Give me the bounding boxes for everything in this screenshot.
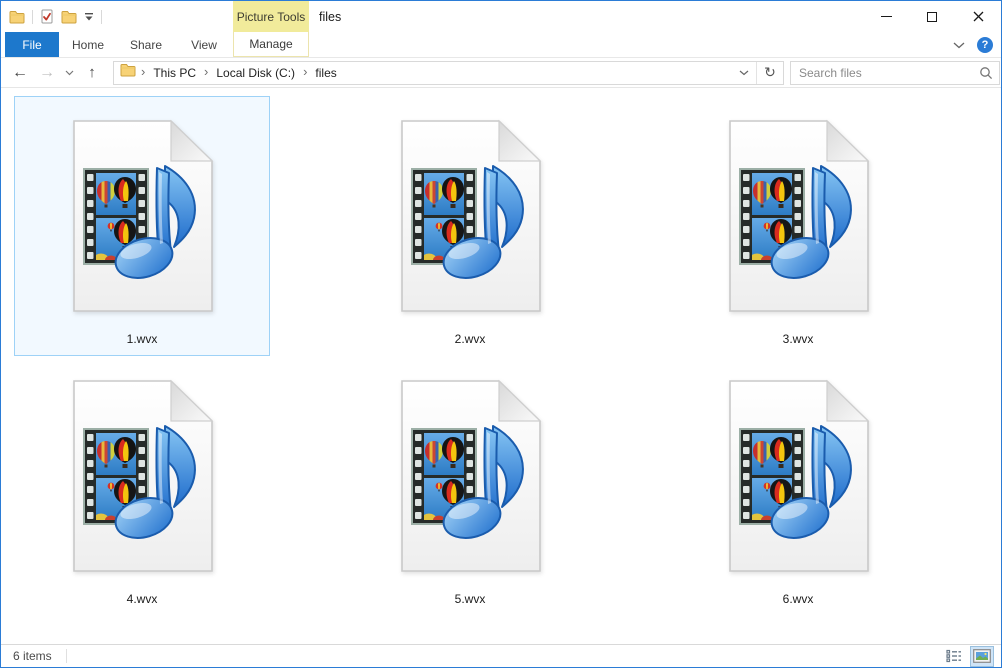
up-button[interactable]: ↑	[79, 64, 105, 81]
address-dropdown-icon[interactable]	[732, 62, 756, 84]
minimize-button[interactable]	[863, 1, 909, 32]
file-name: 1.wvx	[126, 332, 158, 346]
file-item[interactable]: 2.wvx	[342, 96, 598, 356]
folder-icon	[120, 62, 136, 83]
ribbon-tab-row: File Home Share View Manage ?	[1, 32, 1001, 58]
recent-locations-icon[interactable]	[59, 70, 79, 76]
properties-icon[interactable]	[40, 9, 54, 25]
tab-manage[interactable]: Manage	[233, 32, 309, 57]
file-item[interactable]: 4.wvx	[14, 356, 270, 616]
file-list-area: 1.wvx 2.wvx 3.wvx 4.wvx 5.wvx 6.wvx	[1, 88, 1001, 644]
file-name: 6.wvx	[782, 592, 814, 606]
qat-divider	[101, 9, 102, 24]
maximize-icon	[927, 11, 937, 22]
title-bar: Picture Tools files	[1, 1, 1001, 32]
details-view-icon[interactable]	[943, 647, 965, 666]
close-icon	[973, 11, 983, 22]
tab-share[interactable]: Share	[117, 32, 175, 57]
wvx-file-icon	[715, 112, 881, 320]
maximize-button[interactable]	[909, 1, 955, 32]
window-controls	[863, 1, 1001, 32]
tab-home[interactable]: Home	[59, 32, 117, 57]
file-item[interactable]: 3.wvx	[670, 96, 926, 356]
qat-customize-dropdown-icon[interactable]	[84, 12, 94, 21]
file-name: 4.wvx	[126, 592, 158, 606]
breadcrumb-this-pc[interactable]: This PC	[146, 62, 203, 84]
minimize-ribbon-icon[interactable]	[953, 36, 965, 54]
tab-view[interactable]: View	[175, 32, 233, 57]
wvx-file-icon	[387, 372, 553, 580]
large-icons-view-icon[interactable]	[970, 645, 994, 667]
minimize-icon	[880, 16, 892, 17]
file-name: 2.wvx	[454, 332, 486, 346]
back-button[interactable]: ←	[5, 64, 35, 82]
wvx-file-icon	[715, 372, 881, 580]
breadcrumb-local-disk-c[interactable]: Local Disk (C:)	[209, 62, 302, 84]
help-icon[interactable]: ?	[977, 37, 993, 53]
forward-button[interactable]: →	[35, 64, 59, 82]
breadcrumb-files[interactable]: files	[308, 62, 343, 84]
items-count: 6 items	[13, 649, 52, 663]
wvx-file-icon	[387, 112, 553, 320]
contextual-tab-header: Picture Tools	[233, 1, 309, 32]
explorer-app-icon	[9, 9, 25, 25]
wvx-file-icon	[59, 372, 225, 580]
quick-access-toolbar	[1, 9, 102, 25]
explorer-window: Picture Tools files File Home Share View…	[0, 0, 1002, 668]
address-bar-row: ← → ↑ › This PC › Local Disk (C:) › file…	[1, 58, 1001, 88]
close-button[interactable]	[955, 1, 1001, 32]
new-folder-icon[interactable]	[61, 9, 77, 25]
address-bar[interactable]: › This PC › Local Disk (C:) › files ↻	[113, 60, 784, 85]
file-name: 5.wvx	[454, 592, 486, 606]
status-divider	[65, 649, 67, 663]
tab-file[interactable]: File	[5, 32, 59, 57]
qat-divider	[32, 9, 33, 24]
wvx-file-icon	[59, 112, 225, 320]
file-item[interactable]: 5.wvx	[342, 356, 598, 616]
window-title: files	[319, 9, 342, 24]
file-item[interactable]: 1.wvx	[14, 96, 270, 356]
view-toggles	[943, 645, 1001, 667]
search-input[interactable]	[791, 65, 973, 80]
refresh-icon[interactable]: ↻	[757, 62, 783, 84]
status-bar: 6 items	[1, 644, 1001, 667]
file-name: 3.wvx	[782, 332, 814, 346]
file-item[interactable]: 6.wvx	[670, 356, 926, 616]
search-box[interactable]	[790, 60, 1000, 85]
search-icon[interactable]	[973, 66, 999, 80]
